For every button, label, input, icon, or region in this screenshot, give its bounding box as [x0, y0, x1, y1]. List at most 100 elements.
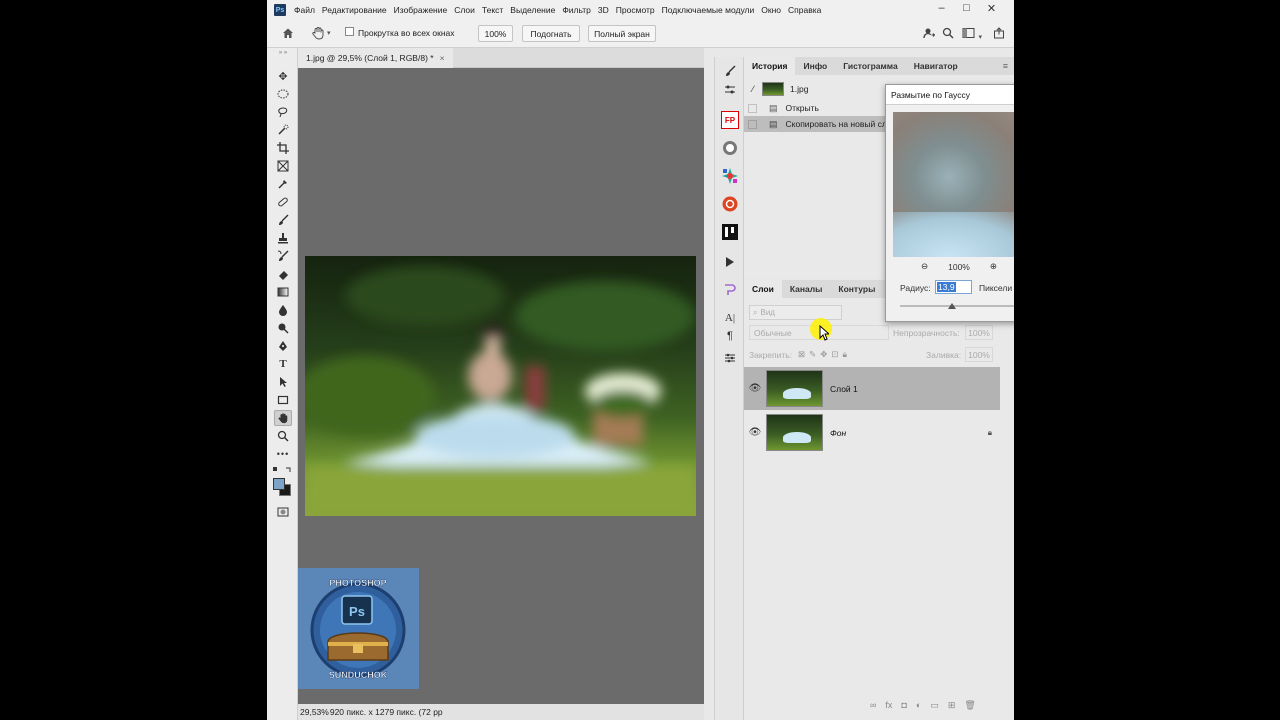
brush-settings-icon[interactable] — [721, 81, 739, 99]
tab-channels[interactable]: Каналы — [782, 280, 831, 298]
menu-file[interactable]: Файл — [294, 5, 315, 15]
tab-history[interactable]: История — [744, 57, 796, 75]
circle-plugin-icon[interactable] — [721, 139, 739, 157]
menu-layers[interactable]: Слои — [454, 5, 475, 15]
radius-slider-track[interactable] — [900, 305, 1014, 307]
eyedropper-tool-icon[interactable] — [274, 176, 292, 192]
menu-image[interactable]: Изображение — [394, 5, 448, 15]
crop-tool-icon[interactable] — [274, 140, 292, 156]
opacity-input[interactable]: 100% — [965, 325, 993, 340]
menu-window[interactable]: Окно — [761, 5, 781, 15]
lock-image-icon[interactable]: ✎ — [809, 349, 816, 360]
panel-divider[interactable] — [704, 48, 714, 720]
fullscreen-button[interactable]: Полный экран — [588, 25, 656, 42]
history-brush-source-icon[interactable]: ⁄ — [746, 84, 760, 94]
tab-navigator[interactable]: Навигатор — [906, 57, 966, 75]
fill-input[interactable]: 100% — [965, 347, 993, 362]
menu-select[interactable]: Выделение — [510, 5, 555, 15]
new-group-icon[interactable]: ▭ — [930, 700, 939, 711]
layer-name[interactable]: Фон — [830, 428, 846, 438]
visibility-eye-icon[interactable]: 👁︎ — [744, 427, 766, 438]
adjustment-layer-icon[interactable]: ◐ — [916, 700, 921, 711]
radius-slider-thumb[interactable] — [948, 303, 956, 309]
workspace-icon[interactable]: ▾ — [962, 27, 982, 41]
character-panel-icon[interactable]: A| — [721, 309, 739, 327]
lock-artboard-icon[interactable]: ⊡ — [831, 349, 838, 360]
tab-info[interactable]: Инфо — [795, 57, 835, 75]
red-plugin-icon[interactable] — [721, 195, 739, 213]
layer-row-layer1[interactable]: 👁︎ Слой 1 — [744, 367, 1000, 410]
healing-brush-tool-icon[interactable] — [274, 194, 292, 210]
brush-presets-icon[interactable] — [721, 62, 739, 80]
pen-tool-icon[interactable] — [274, 338, 292, 354]
scroll-all-checkbox[interactable] — [345, 27, 354, 36]
history-brush-tool-icon[interactable] — [274, 248, 292, 264]
menu-plugins[interactable]: Подключаемые модули — [662, 5, 755, 15]
marquee-tool-icon[interactable] — [274, 86, 292, 102]
blur-tool-icon[interactable] — [274, 302, 292, 318]
visibility-eye-icon[interactable]: 👁︎ — [744, 383, 766, 394]
document-tab[interactable]: 1.jpg @ 29,5% (Слой 1, RGB/8) * × — [298, 48, 453, 68]
zoom-out-icon[interactable]: ⊖ — [921, 261, 928, 272]
delete-layer-icon[interactable]: 🗑︎ — [964, 700, 975, 711]
home-icon[interactable] — [281, 26, 295, 40]
search-icon[interactable] — [942, 27, 954, 41]
radius-input[interactable]: 13,9 — [935, 280, 972, 294]
new-layer-icon[interactable]: ⊞ — [948, 700, 956, 711]
layer-lock-icon[interactable]: 🔒︎ — [988, 428, 992, 438]
frame-tool-icon[interactable] — [274, 158, 292, 174]
lasso-tool-icon[interactable] — [274, 104, 292, 120]
rectangle-tool-icon[interactable] — [274, 392, 292, 408]
minimize-button[interactable]: – — [929, 2, 954, 15]
menu-filter[interactable]: Фильтр — [562, 5, 591, 15]
path-select-tool-icon[interactable] — [274, 374, 292, 390]
zoom-in-icon[interactable]: ⊕ — [990, 261, 997, 272]
history-source-checkbox[interactable] — [748, 103, 757, 113]
lock-transparent-icon[interactable]: ⊠ — [798, 349, 805, 360]
tab-histogram[interactable]: Гистограмма — [835, 57, 905, 75]
hand-tool-preset[interactable]: ▾ — [311, 25, 335, 41]
actions-play-icon[interactable] — [721, 253, 739, 271]
lock-position-icon[interactable]: ✥ — [820, 349, 827, 360]
hand-tool-icon[interactable] — [274, 410, 292, 426]
more-tools-icon[interactable]: ••• — [274, 446, 292, 462]
tab-paths[interactable]: Контуры — [830, 280, 883, 298]
swap-colors-icon[interactable] — [272, 466, 294, 472]
layer-filter-input[interactable]: ⌕ Вид — [749, 305, 842, 320]
close-window-button[interactable]: ✕ — [979, 2, 1004, 15]
dialog-title[interactable]: Размытие по Гауссу — [886, 85, 1014, 105]
filter-preview[interactable] — [893, 112, 1014, 257]
zoom-100-button[interactable]: 100% — [478, 25, 513, 42]
lock-all-icon[interactable]: 🔒︎ — [843, 349, 848, 360]
menu-3d[interactable]: 3D — [598, 5, 609, 15]
fp-plugin-icon[interactable]: FP — [721, 111, 739, 129]
status-zoom[interactable]: 29,53% — [300, 707, 329, 717]
purple-plugin-icon[interactable] — [721, 281, 739, 299]
restore-button[interactable]: □ — [954, 2, 979, 15]
gradient-tool-icon[interactable] — [274, 284, 292, 300]
layer-style-icon[interactable]: fx — [885, 700, 892, 711]
menu-help[interactable]: Справка — [788, 5, 821, 15]
toolbar-collapse-icon[interactable]: » » — [274, 50, 292, 56]
layer-row-background[interactable]: 👁︎ Фон 🔒︎ — [744, 411, 1000, 454]
dodge-tool-icon[interactable] — [274, 320, 292, 336]
add-mask-icon[interactable]: ◘ — [901, 700, 906, 711]
menu-view[interactable]: Просмотр — [616, 5, 655, 15]
canvas-area[interactable]: Ps PHOTOSHOP SUNDUCHOK — [298, 68, 704, 704]
document-tab-close[interactable]: × — [440, 53, 445, 63]
history-source-checkbox[interactable] — [748, 119, 757, 129]
adjustments-icon[interactable] — [721, 349, 739, 367]
foreground-color-swatch[interactable] — [273, 478, 285, 490]
black-plugin-icon[interactable] — [721, 223, 739, 241]
photo-canvas[interactable] — [305, 256, 696, 516]
share-icon[interactable] — [923, 27, 936, 41]
zoom-tool-icon[interactable] — [274, 428, 292, 444]
layer-name[interactable]: Слой 1 — [830, 384, 858, 394]
share-export-icon[interactable] — [993, 27, 1005, 41]
menu-type[interactable]: Текст — [482, 5, 503, 15]
move-tool-icon[interactable]: ✥ — [274, 68, 292, 84]
fit-screen-button[interactable]: Подогнать — [522, 25, 580, 42]
tab-layers[interactable]: Слои — [744, 280, 782, 298]
type-tool-icon[interactable]: T — [274, 356, 292, 372]
menu-edit[interactable]: Редактирование — [322, 5, 387, 15]
